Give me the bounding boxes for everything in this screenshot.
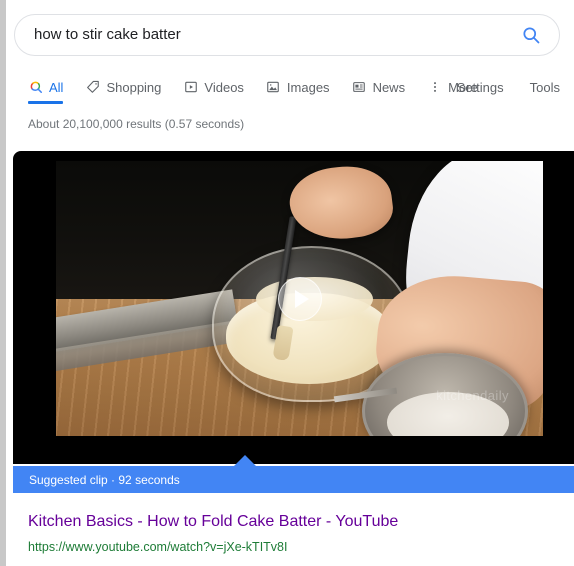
result-title-link[interactable]: Kitchen Basics - How to Fold Cake Batter…: [28, 511, 398, 533]
video-watermark: kitchendaily: [436, 388, 509, 403]
video-thumbnail[interactable]: kitchendaily: [56, 161, 543, 436]
search-results-page: how to stir cake batter All Shopping Vid…: [6, 0, 574, 566]
nav-tools-group: Settings Tools: [431, 72, 560, 102]
tab-shopping-label: Shopping: [106, 79, 162, 95]
settings-button[interactable]: Settings: [457, 80, 504, 95]
suggested-clip-banner: Suggested clip · 92 seconds: [13, 466, 574, 493]
tools-button[interactable]: Tools: [530, 80, 560, 95]
result-stats: About 20,100,000 results (0.57 seconds): [28, 117, 245, 131]
tab-news[interactable]: News: [352, 72, 406, 102]
suggested-clip-arrow-icon: [234, 455, 256, 466]
tab-all[interactable]: All: [28, 72, 64, 104]
search-bar[interactable]: how to stir cake batter: [14, 14, 560, 56]
play-triangle: [294, 289, 309, 308]
tab-videos-label: Videos: [204, 79, 244, 95]
tab-videos[interactable]: Videos: [183, 72, 244, 102]
play-icon[interactable]: [277, 276, 322, 321]
video-player-card[interactable]: kitchendaily 0:18 2:31: [13, 151, 574, 464]
tag-icon: [85, 80, 100, 95]
active-tab-underline: [28, 101, 64, 104]
tab-shopping[interactable]: Shopping: [85, 72, 161, 102]
tab-news-label: News: [372, 79, 406, 95]
newspaper-icon: [352, 80, 367, 95]
search-icon[interactable]: [517, 21, 545, 49]
nav-tabs-group: All Shopping Videos Images News More: [28, 72, 500, 104]
suggested-clip-label: Suggested clip · 92 seconds: [29, 472, 180, 487]
search-input[interactable]: how to stir cake batter: [34, 25, 517, 45]
tab-images[interactable]: Images: [266, 72, 330, 102]
image-box-icon: [266, 80, 281, 95]
search-icon: [28, 80, 43, 95]
search-bar-container: how to stir cake batter: [14, 14, 560, 56]
search-nav-tabs: All Shopping Videos Images News More Set…: [6, 72, 574, 104]
tab-images-label: Images: [286, 79, 330, 95]
tab-all-label: All: [49, 79, 64, 95]
result-url[interactable]: https://www.youtube.com/watch?v=jXe-kTIT…: [28, 538, 287, 556]
video-box-icon: [183, 80, 198, 95]
